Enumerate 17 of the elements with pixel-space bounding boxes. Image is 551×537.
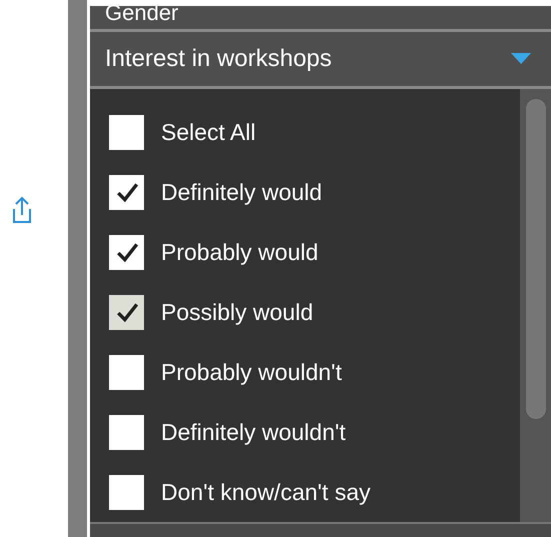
option-label[interactable]: Definitely wouldn't bbox=[161, 418, 346, 446]
checkbox[interactable] bbox=[109, 174, 144, 210]
checkbox[interactable] bbox=[109, 234, 144, 270]
scrollbar-thumb[interactable] bbox=[526, 99, 546, 420]
section-header[interactable]: Gender bbox=[90, 6, 551, 32]
section-title[interactable]: Interest in workshops bbox=[105, 45, 332, 73]
checkbox[interactable] bbox=[109, 354, 144, 390]
option-label[interactable]: Definitely would bbox=[161, 178, 322, 206]
option-label[interactable]: Select All bbox=[161, 118, 256, 146]
checkbox[interactable] bbox=[109, 114, 144, 150]
checkbox[interactable] bbox=[109, 474, 144, 510]
caret-icon[interactable] bbox=[511, 53, 531, 65]
share-icon[interactable] bbox=[10, 195, 34, 225]
option-label[interactable]: Don't know/can't say bbox=[161, 478, 370, 506]
checkbox[interactable] bbox=[109, 414, 144, 450]
option-label[interactable]: Probably wouldn't bbox=[161, 358, 342, 386]
option-label[interactable]: Probably would bbox=[161, 238, 318, 266]
